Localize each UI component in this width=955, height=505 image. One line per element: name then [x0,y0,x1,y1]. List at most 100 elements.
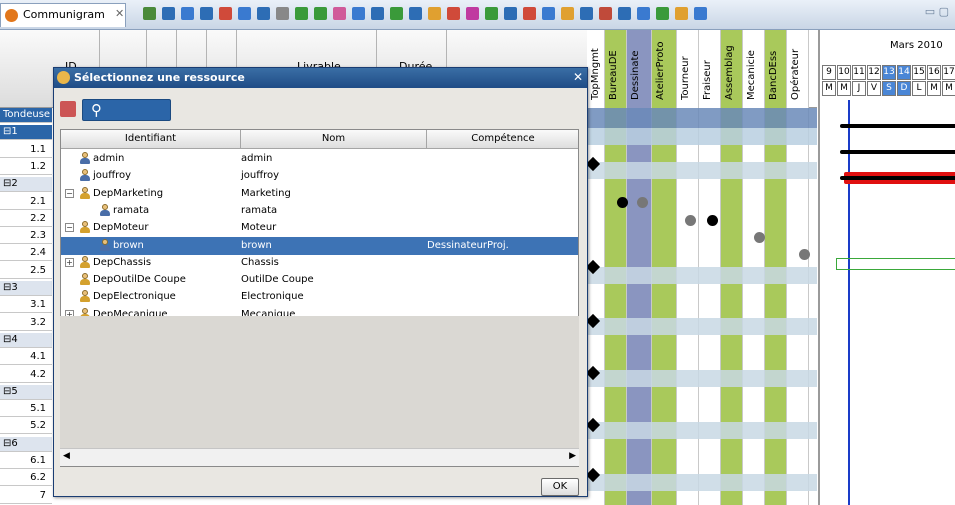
calendar-day[interactable]: 17 [942,65,955,80]
row-label[interactable]: 7 [0,489,52,504]
expand-toggle-icon[interactable]: + [65,257,74,267]
window-buttons[interactable]: ▭ ▢ [925,5,949,18]
row-label[interactable]: 2.3 [0,229,52,245]
calendar-day[interactable]: 14 [897,65,911,80]
search-button[interactable]: ⚲ [82,99,171,121]
toolbar-button-icon[interactable] [447,7,460,20]
toolbar-button-icon[interactable] [428,7,441,20]
row-label[interactable]: ⊟1 [0,125,52,141]
row-label[interactable]: 6.2 [0,471,52,487]
row-label[interactable]: 5.1 [0,402,52,418]
row-label[interactable]: 5.2 [0,419,52,435]
task-node[interactable] [799,249,810,260]
toolbar-button-icon[interactable] [542,7,555,20]
toolbar-button-icon[interactable] [694,7,707,20]
toolbar-button-icon[interactable] [276,7,289,20]
calendar-day[interactable]: 12 [867,65,881,80]
tree-row[interactable]: brown brown DessinateurProj. [61,236,578,255]
calendar-day[interactable]: 9 [822,65,836,80]
toolbar-button-icon[interactable] [200,7,213,20]
row-label[interactable]: 2.2 [0,212,52,227]
tree-row[interactable]: jouffroy jouffroy [61,167,578,185]
dialog-titlebar[interactable]: Sélectionnez une ressource ✕ [54,68,587,88]
task-node[interactable] [637,197,648,208]
filter-icon[interactable] [60,101,76,117]
tree-row[interactable]: ramata ramata [61,202,578,220]
row-label[interactable]: 2.4 [0,246,52,262]
tree-row[interactable]: − DepMarketing Marketing [61,185,578,203]
calendar-day[interactable]: 15 [912,65,926,80]
gantt-bar[interactable] [840,176,955,180]
toolbar-button-icon[interactable] [561,7,574,20]
gantt-selection[interactable] [836,258,955,270]
toolbar-button-icon[interactable] [580,7,593,20]
col-nom[interactable]: Nom [241,130,427,149]
row-label[interactable]: ⊟5 [0,384,52,400]
row-label[interactable]: ⊟3 [0,281,52,296]
close-icon[interactable]: ✕ [573,70,583,84]
row-label[interactable]: 4.2 [0,368,52,383]
row-label[interactable]: ⊟2 [0,177,52,193]
gantt-bar[interactable] [840,150,955,154]
tab-communigram[interactable]: Communigram ✕ [0,3,126,27]
row-label[interactable]: 6.1 [0,454,52,469]
toolbar-button-icon[interactable] [485,7,498,20]
row-label[interactable]: 3.2 [0,316,52,331]
calendar-day[interactable]: 13 [882,65,896,80]
tree-row[interactable]: admin admin [61,150,578,168]
row-label[interactable]: 4.1 [0,350,52,366]
row-label[interactable]: ⊟4 [0,332,52,348]
toolbar-button-icon[interactable] [238,7,251,20]
toolbar-button-icon[interactable] [409,7,422,20]
task-node[interactable] [707,215,718,226]
toolbar-button-icon[interactable] [599,7,612,20]
toolbar-button-icon[interactable] [314,7,327,20]
toolbar-button-icon[interactable] [371,7,384,20]
col-competence[interactable]: Compétence [427,130,578,149]
toolbar-button-icon[interactable] [181,7,194,20]
row-label[interactable]: 2.1 [0,195,52,210]
row-label[interactable]: 1.2 [0,160,52,175]
toolbar-button-icon[interactable] [466,7,479,20]
toolbar-button-icon[interactable] [295,7,308,20]
col-identifiant[interactable]: Identifiant [61,130,241,149]
toolbar-button-icon[interactable] [637,7,650,20]
row-label[interactable]: 3.1 [0,298,52,314]
toolbar-button-icon[interactable] [257,7,270,20]
tree-row[interactable]: DepElectronique Electronique [61,288,578,306]
calendar-day[interactable]: 16 [927,65,941,80]
task-node[interactable] [754,232,765,243]
resource-id: jouffroy [93,170,132,182]
tree-row[interactable]: + DepChassis Chassis [61,254,578,272]
calendar-day[interactable]: 10 [837,65,851,80]
scroll-left-icon[interactable]: ◀ [63,451,70,461]
expand-toggle-icon[interactable]: − [65,223,74,233]
expand-toggle-icon[interactable]: − [65,188,74,198]
toolbar-button-icon[interactable] [219,7,232,20]
toolbar-button-icon[interactable] [523,7,536,20]
close-icon[interactable]: ✕ [115,7,124,20]
tree-row[interactable]: − DepMoteur Moteur [61,219,578,237]
tree-row[interactable]: DepOutilDe Coupe OutilDe Coupe [61,271,578,289]
task-node[interactable] [685,215,696,226]
toolbar-button-icon[interactable] [390,7,403,20]
horizontal-scrollbar[interactable]: ◀ ▶ [60,448,579,466]
row-label[interactable]: 1.1 [0,143,52,158]
toolbar-button-icon[interactable] [675,7,688,20]
toolbar-button-icon[interactable] [143,7,156,20]
calendar-month: Mars 2010 [890,40,943,51]
toolbar-button-icon[interactable] [162,7,175,20]
toolbar-button-icon[interactable] [656,7,669,20]
toolbar-button-icon[interactable] [333,7,346,20]
row-label[interactable]: ⊟6 [0,436,52,452]
toolbar-button-icon[interactable] [352,7,365,20]
calendar-day[interactable]: 11 [852,65,866,80]
ok-button[interactable]: OK [541,478,579,496]
toolbar-button-icon[interactable] [504,7,517,20]
toolbar-button-icon[interactable] [618,7,631,20]
scroll-right-icon[interactable]: ▶ [569,451,576,461]
row-label[interactable]: 2.5 [0,264,52,279]
task-node[interactable] [617,197,628,208]
row-label[interactable]: Tondeuse [0,108,52,123]
gantt-bar[interactable] [840,124,955,128]
